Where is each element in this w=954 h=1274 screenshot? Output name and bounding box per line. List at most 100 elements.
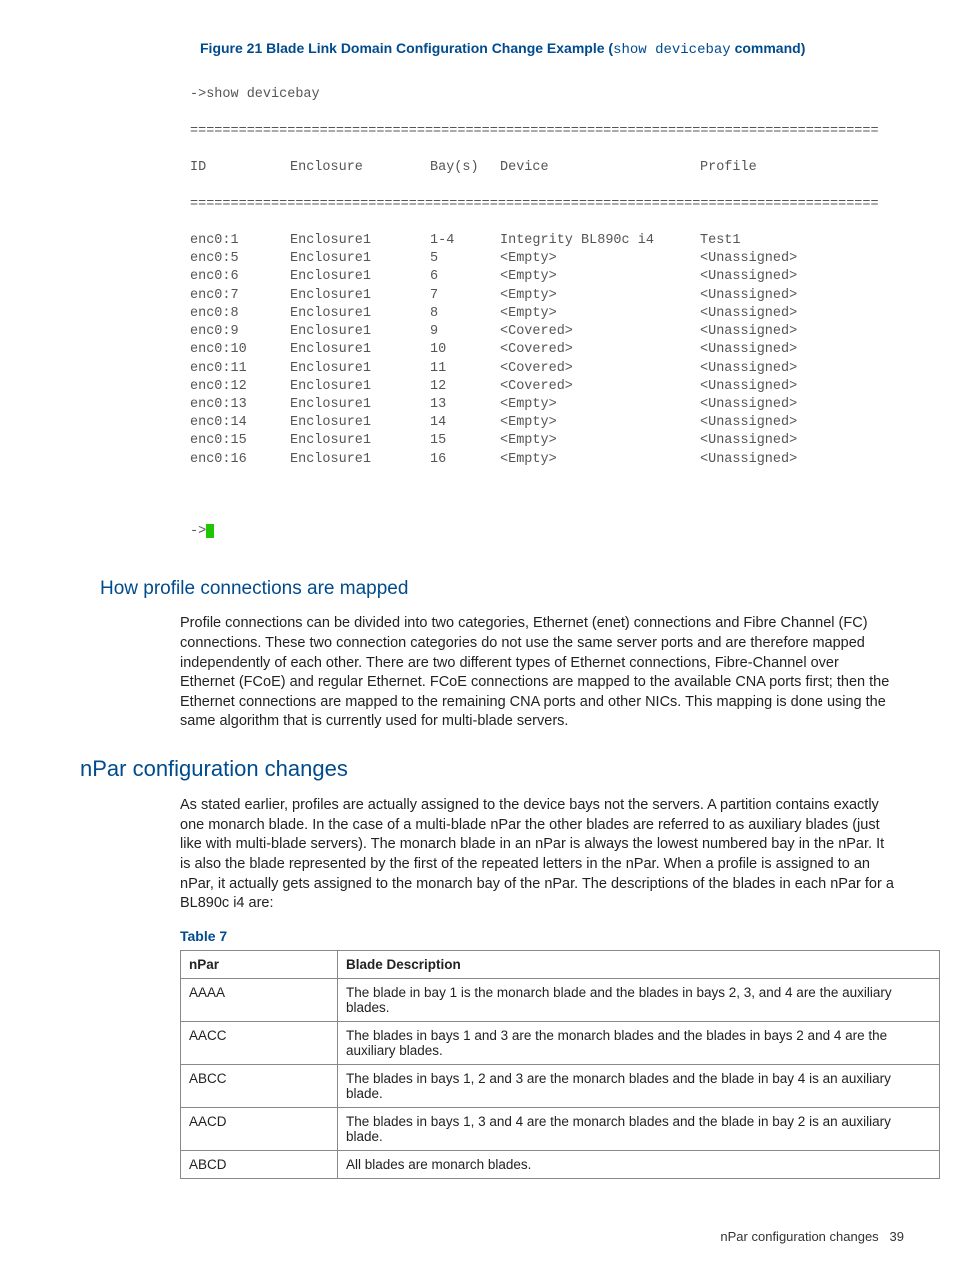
terminal-header-row: IDEnclosureBay(s)DeviceProfile <box>190 159 904 177</box>
npar-table: nPar Blade Description AAAAThe blade in … <box>180 950 940 1179</box>
terminal-output: ->show devicebay =======================… <box>190 68 904 560</box>
terminal-cell-enclosure: Enclosure1 <box>290 414 430 432</box>
terminal-cell-profile: <Unassigned> <box>700 360 840 378</box>
terminal-divider: ========================================… <box>190 123 904 141</box>
th-profile: Profile <box>700 159 840 177</box>
terminal-cell-id: enc0:1 <box>190 232 290 250</box>
table-row: ABCDAll blades are monarch blades. <box>181 1151 940 1179</box>
terminal-cell-profile: <Unassigned> <box>700 287 840 305</box>
cell-desc: The blades in bays 1, 3 and 4 are the mo… <box>338 1108 940 1151</box>
table-row: ABCCThe blades in bays 1, 2 and 3 are th… <box>181 1065 940 1108</box>
th-npar: nPar <box>181 951 338 979</box>
terminal-cell-id: enc0:6 <box>190 268 290 286</box>
terminal-cell-device: <Empty> <box>500 451 700 469</box>
terminal-cell-enclosure: Enclosure1 <box>290 268 430 286</box>
table-row: AACDThe blades in bays 1, 3 and 4 are th… <box>181 1108 940 1151</box>
terminal-cell-bays: 1-4 <box>430 232 500 250</box>
terminal-cell-bays: 7 <box>430 287 500 305</box>
th-blade-desc: Blade Description <box>338 951 940 979</box>
terminal-cell-id: enc0:16 <box>190 451 290 469</box>
terminal-cell-profile: <Unassigned> <box>700 378 840 396</box>
terminal-row: enc0:15Enclosure115<Empty><Unassigned> <box>190 432 904 450</box>
terminal-cell-enclosure: Enclosure1 <box>290 323 430 341</box>
terminal-cell-profile: <Unassigned> <box>700 396 840 414</box>
figure-command: show devicebay <box>613 42 731 58</box>
terminal-cell-enclosure: Enclosure1 <box>290 250 430 268</box>
terminal-cell-device: Integrity BL890c i4 <box>500 232 700 250</box>
terminal-cell-bays: 6 <box>430 268 500 286</box>
figure-label-prefix: Figure 21 Blade Link Domain Configuratio… <box>200 40 613 56</box>
terminal-row: enc0:12Enclosure112<Covered><Unassigned> <box>190 378 904 396</box>
terminal-cell-id: enc0:7 <box>190 287 290 305</box>
terminal-cell-id: enc0:9 <box>190 323 290 341</box>
terminal-prompt-end: -> <box>190 523 904 541</box>
terminal-cell-enclosure: Enclosure1 <box>290 360 430 378</box>
section-body-npar: As stated earlier, profiles are actually… <box>180 796 894 913</box>
terminal-cell-enclosure: Enclosure1 <box>290 396 430 414</box>
footer-text: nPar configuration changes <box>720 1229 878 1244</box>
terminal-cell-id: enc0:11 <box>190 360 290 378</box>
terminal-cell-bays: 8 <box>430 305 500 323</box>
terminal-row: enc0:16Enclosure116<Empty><Unassigned> <box>190 451 904 469</box>
terminal-cell-id: enc0:15 <box>190 432 290 450</box>
section-heading-profile-mapping: How profile connections are mapped <box>100 578 904 600</box>
table-header-row: nPar Blade Description <box>181 951 940 979</box>
terminal-cell-profile: <Unassigned> <box>700 451 840 469</box>
terminal-row: enc0:1Enclosure11-4Integrity BL890c i4Te… <box>190 232 904 250</box>
terminal-cell-id: enc0:5 <box>190 250 290 268</box>
terminal-cell-profile: <Unassigned> <box>700 341 840 359</box>
terminal-cell-device: <Covered> <box>500 360 700 378</box>
cell-desc: All blades are monarch blades. <box>338 1151 940 1179</box>
cell-npar: ABCD <box>181 1151 338 1179</box>
terminal-cell-device: <Empty> <box>500 268 700 286</box>
terminal-cell-device: <Covered> <box>500 341 700 359</box>
cell-npar: AACC <box>181 1022 338 1065</box>
terminal-row: enc0:5Enclosure15<Empty><Unassigned> <box>190 250 904 268</box>
terminal-cell-profile: <Unassigned> <box>700 414 840 432</box>
terminal-cell-device: <Empty> <box>500 287 700 305</box>
th-enclosure: Enclosure <box>290 159 430 177</box>
terminal-cell-bays: 12 <box>430 378 500 396</box>
terminal-cell-bays: 11 <box>430 360 500 378</box>
terminal-cell-profile: <Unassigned> <box>700 305 840 323</box>
terminal-cell-profile: <Unassigned> <box>700 268 840 286</box>
terminal-row: enc0:6Enclosure16<Empty><Unassigned> <box>190 268 904 286</box>
terminal-cell-device: <Covered> <box>500 323 700 341</box>
terminal-cell-id: enc0:14 <box>190 414 290 432</box>
terminal-cell-device: <Empty> <box>500 305 700 323</box>
figure-label-suffix: command) <box>731 40 806 56</box>
terminal-cell-device: <Empty> <box>500 414 700 432</box>
terminal-row: enc0:9Enclosure19<Covered><Unassigned> <box>190 323 904 341</box>
cell-desc: The blades in bays 1, 2 and 3 are the mo… <box>338 1065 940 1108</box>
th-device: Device <box>500 159 700 177</box>
terminal-cell-device: <Empty> <box>500 432 700 450</box>
terminal-row: enc0:8Enclosure18<Empty><Unassigned> <box>190 305 904 323</box>
terminal-cell-id: enc0:8 <box>190 305 290 323</box>
section-body-profile-mapping: Profile connections can be divided into … <box>180 614 894 731</box>
terminal-cell-profile: <Unassigned> <box>700 323 840 341</box>
terminal-cell-id: enc0:13 <box>190 396 290 414</box>
terminal-cell-bays: 10 <box>430 341 500 359</box>
terminal-cell-profile: Test1 <box>700 232 840 250</box>
terminal-cell-bays: 14 <box>430 414 500 432</box>
terminal-cell-enclosure: Enclosure1 <box>290 341 430 359</box>
terminal-cell-bays: 5 <box>430 250 500 268</box>
terminal-cell-enclosure: Enclosure1 <box>290 305 430 323</box>
footer-page: 39 <box>890 1229 904 1244</box>
terminal-cell-enclosure: Enclosure1 <box>290 232 430 250</box>
terminal-cell-bays: 13 <box>430 396 500 414</box>
cell-npar: ABCC <box>181 1065 338 1108</box>
section-heading-npar: nPar configuration changes <box>80 756 904 782</box>
cell-npar: AAAA <box>181 979 338 1022</box>
terminal-divider: ========================================… <box>190 196 904 214</box>
table-row: AACCThe blades in bays 1 and 3 are the m… <box>181 1022 940 1065</box>
cell-desc: The blade in bay 1 is the monarch blade … <box>338 979 940 1022</box>
terminal-row: enc0:13Enclosure113<Empty><Unassigned> <box>190 396 904 414</box>
terminal-row: enc0:11Enclosure111<Covered><Unassigned> <box>190 360 904 378</box>
terminal-cell-device: <Covered> <box>500 378 700 396</box>
terminal-blank <box>190 487 904 505</box>
terminal-cell-profile: <Unassigned> <box>700 250 840 268</box>
th-id: ID <box>190 159 290 177</box>
terminal-prompt: ->show devicebay <box>190 86 904 104</box>
cursor-icon <box>206 524 214 538</box>
